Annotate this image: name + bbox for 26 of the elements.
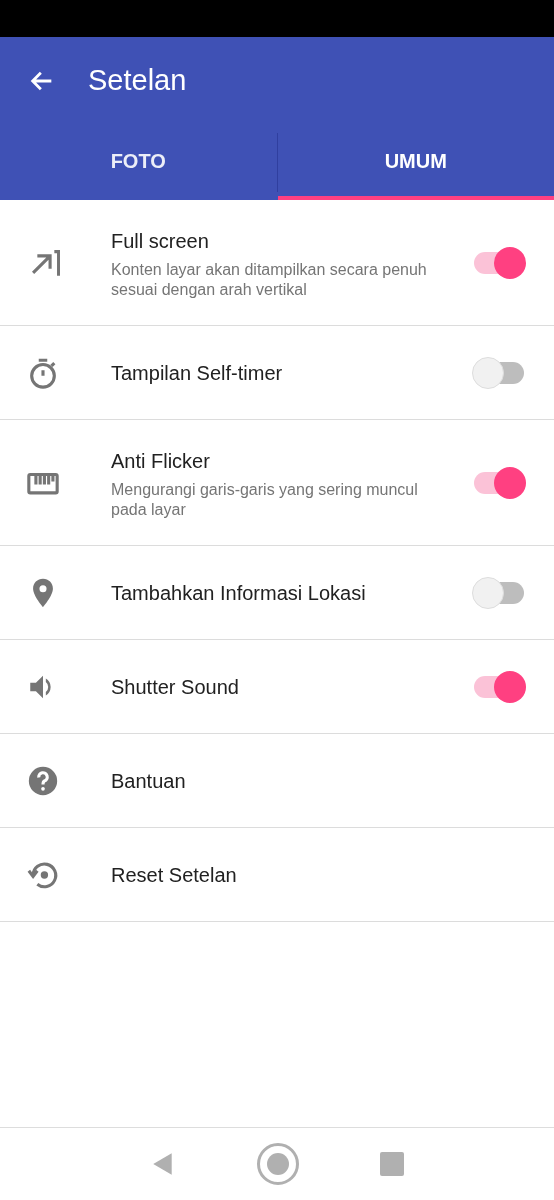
toggle-switch[interactable] — [472, 670, 526, 703]
setting-title: Anti Flicker — [111, 448, 211, 474]
setting-description: Konten layar akan ditampilkan secara penuh sesuai dengan arah vertikal — [111, 259, 428, 300]
toggle-switch[interactable] — [472, 356, 526, 389]
screen-title: Setelan — [88, 63, 187, 99]
recent-apps-icon[interactable] — [380, 1152, 404, 1176]
settings-row[interactable]: Reset Setelan — [0, 828, 554, 922]
settings-row[interactable]: Shutter Sound — [0, 640, 554, 734]
settings-row[interactable]: Bantuan — [0, 734, 554, 828]
toggle-switch[interactable] — [472, 576, 526, 609]
settings-row[interactable]: Full screen Konten layar akan ditampilkan secara penuh sesuai dengan arah vertikal — [0, 200, 554, 326]
settings-row[interactable]: Anti Flicker Mengurangi garis-garis yang sering muncul pada layar — [0, 420, 554, 546]
tab[interactable]: FOTO — [0, 125, 277, 200]
setting-title: Tampilan Self-timer — [111, 360, 284, 386]
setting-title: Bantuan — [111, 768, 187, 794]
setting-title: Full screen — [111, 228, 210, 254]
home-icon[interactable] — [256, 1142, 300, 1186]
settings-row[interactable]: Tampilan Self-timer — [0, 326, 554, 420]
setting-description: Mengurangi garis-garis yang sering muncul pada layar — [111, 479, 419, 520]
toggle-switch[interactable] — [472, 466, 526, 499]
toggle-switch[interactable] — [472, 246, 526, 279]
tab[interactable]: UMUM — [277, 125, 554, 200]
setting-title: Shutter Sound — [111, 674, 240, 700]
setting-title: Tambahkan Informasi Lokasi — [111, 580, 367, 606]
setting-title: Reset Setelan — [111, 862, 238, 888]
settings-row[interactable]: Tambahkan Informasi Lokasi — [0, 546, 554, 640]
